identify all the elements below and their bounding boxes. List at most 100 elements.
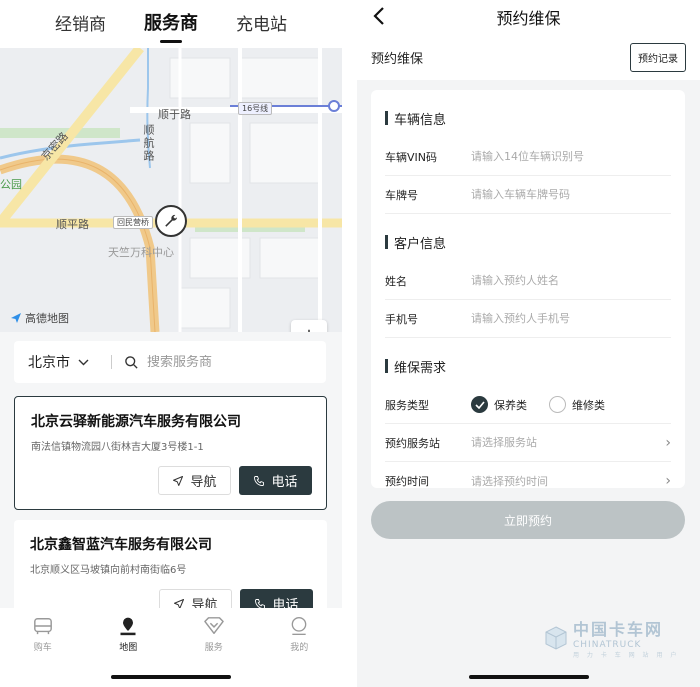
section-heading: 预约维保 xyxy=(371,51,424,67)
section-vehicle-info: 车辆信息 xyxy=(385,98,671,138)
section-customer-info: 客户信息 xyxy=(385,222,671,262)
nav-item-label: 服务 xyxy=(204,643,223,653)
vin-row: 车辆VIN码 xyxy=(385,138,671,176)
chevron-right-icon: › xyxy=(665,434,671,451)
booking-screen: 预约维保 预约维保 预约记录 车辆信息 车辆VIN码 车牌号 客户信息 姓名 手… xyxy=(357,0,700,687)
nav-item-label: 我的 xyxy=(290,643,309,653)
booking-form: 车辆信息 车辆VIN码 车牌号 客户信息 姓名 手机号 维保需求 服务类型 xyxy=(371,90,685,489)
section-title: 客户信息 xyxy=(394,236,447,252)
navigate-button[interactable]: 导航 xyxy=(158,466,231,495)
radio-maintenance[interactable]: 保养类 xyxy=(471,396,527,413)
time-row[interactable]: 预约时间 › xyxy=(385,462,671,500)
watermark-logo: 中国卡车网 CHINATRUCK 用 力 卡 车 网 站 用 户 xyxy=(543,616,679,659)
provider-name: 北京云驿新能源汽车服务有限公司 xyxy=(31,414,241,430)
amap-logo-text: 高德地图 xyxy=(25,312,69,325)
map-label-shunping-road: 顺平路 xyxy=(56,218,89,231)
check-icon xyxy=(474,400,485,409)
amap-logo-icon xyxy=(11,313,21,323)
tab-service-provider[interactable]: 服务商 xyxy=(144,9,198,39)
service-type-row: 服务类型 保养类 维修类 xyxy=(385,386,671,424)
map-label-shunyu-road: 顺于路 xyxy=(158,108,191,121)
section-accent-bar xyxy=(385,359,388,373)
search-input[interactable] xyxy=(147,354,297,370)
service-map-screen: 经销商 服务商 充电站 顺于路 顺航路 顺平路 京密路 公园 回民营桥 16号线… xyxy=(0,0,342,687)
page-header: 预约维保 xyxy=(357,0,700,34)
watermark-text: 中国卡车网 CHINATRUCK 用 力 卡 车 网 站 用 户 xyxy=(573,616,679,659)
call-button[interactable]: 电话 xyxy=(239,466,312,495)
call-label: 电话 xyxy=(271,475,298,490)
home-indicator xyxy=(111,675,231,679)
map-label-huimin-bridge: 回民营桥 xyxy=(113,216,153,229)
map-label-line16: 16号线 xyxy=(238,102,273,115)
phone-icon xyxy=(254,475,265,486)
screen-divider xyxy=(342,0,357,687)
city-select-value: 北京市 xyxy=(28,355,70,371)
user-icon xyxy=(291,617,307,635)
nav-item-profile[interactable]: 我的 xyxy=(269,616,329,687)
map-label-park: 公园 xyxy=(0,178,22,191)
provider-address: 北京顺义区马坡镇向前村南街临6号 xyxy=(30,565,187,576)
map-label-poi: 天竺万科中心 xyxy=(108,246,174,259)
back-button[interactable] xyxy=(373,6,385,30)
tab-charging-station[interactable]: 充电站 xyxy=(236,10,287,39)
map-label-shunhang-road: 顺航路 xyxy=(142,124,155,163)
phone-label: 手机号 xyxy=(385,312,418,326)
time-label: 预约时间 xyxy=(385,475,429,488)
provider-name: 北京鑫智蓝汽车服务有限公司 xyxy=(30,537,212,553)
locate-me-button[interactable] xyxy=(291,320,327,332)
cube-logo-icon xyxy=(545,625,567,650)
phone-input[interactable] xyxy=(471,312,671,325)
submit-booking-button[interactable]: 立即预约 xyxy=(371,501,685,539)
plate-input[interactable] xyxy=(471,188,671,201)
subheader-bar: 预约维保 预约记录 xyxy=(357,34,700,80)
search-icon xyxy=(125,355,138,369)
section-title: 车辆信息 xyxy=(394,112,447,128)
service-location-pin[interactable] xyxy=(155,205,187,237)
radio-label: 保养类 xyxy=(494,398,527,412)
map-pin-icon xyxy=(120,617,136,636)
car-icon xyxy=(33,618,52,635)
nav-item-buy-car[interactable]: 购车 xyxy=(13,616,73,687)
chevron-right-icon: › xyxy=(665,473,671,489)
watermark-cn: 中国卡车网 xyxy=(573,620,664,639)
search-bar: 北京市 xyxy=(14,341,326,383)
station-label: 预约服务站 xyxy=(385,436,440,450)
section-accent-bar xyxy=(385,111,388,125)
plate-label: 车牌号 xyxy=(385,188,418,202)
navigate-label: 导航 xyxy=(190,475,217,490)
radio-unchecked-icon xyxy=(549,396,566,413)
section-maintenance-needs: 维保需求 xyxy=(385,346,671,386)
home-indicator xyxy=(468,675,589,679)
service-provider-card[interactable]: 北京云驿新能源汽车服务有限公司 南法信镇物流园八街林吉大厦3号楼1-1 导航 电… xyxy=(14,396,327,510)
watermark-en: CHINATRUCK xyxy=(573,640,642,650)
nav-item-label: 地图 xyxy=(119,643,138,653)
time-select[interactable] xyxy=(471,474,666,488)
map-view[interactable]: 顺于路 顺航路 顺平路 京密路 公园 回民营桥 16号线 天竺万科中心 高德地图 xyxy=(0,48,342,332)
vin-input[interactable] xyxy=(471,150,671,163)
booking-history-button[interactable]: 预约记录 xyxy=(630,42,686,72)
plate-row: 车牌号 xyxy=(385,176,671,214)
wrench-icon xyxy=(165,214,177,227)
city-select[interactable]: 北京市 xyxy=(28,352,89,372)
crosshair-icon xyxy=(308,329,310,332)
card-actions: 导航 电话 xyxy=(158,466,312,495)
tab-dealer[interactable]: 经销商 xyxy=(55,10,106,39)
search-field[interactable] xyxy=(124,354,312,370)
chevron-down-icon xyxy=(78,359,89,365)
section-title: 维保需求 xyxy=(394,360,447,376)
station-select[interactable] xyxy=(471,436,666,449)
station-row[interactable]: 预约服务站 › xyxy=(385,424,671,462)
service-type-label: 服务类型 xyxy=(385,398,429,412)
map-roads xyxy=(0,48,342,332)
radio-repair[interactable]: 维修类 xyxy=(549,396,605,413)
name-row: 姓名 xyxy=(385,262,671,300)
service-icon xyxy=(203,617,224,634)
page-title: 预约维保 xyxy=(496,9,561,28)
chevron-left-icon xyxy=(373,7,384,25)
service-type-radio-group: 保养类 维修类 xyxy=(471,396,605,413)
radio-label: 维修类 xyxy=(572,398,605,412)
nav-item-label: 购车 xyxy=(33,643,52,653)
name-input[interactable] xyxy=(471,274,671,287)
search-divider xyxy=(111,355,112,369)
provider-address: 南法信镇物流园八街林吉大厦3号楼1-1 xyxy=(31,442,204,453)
